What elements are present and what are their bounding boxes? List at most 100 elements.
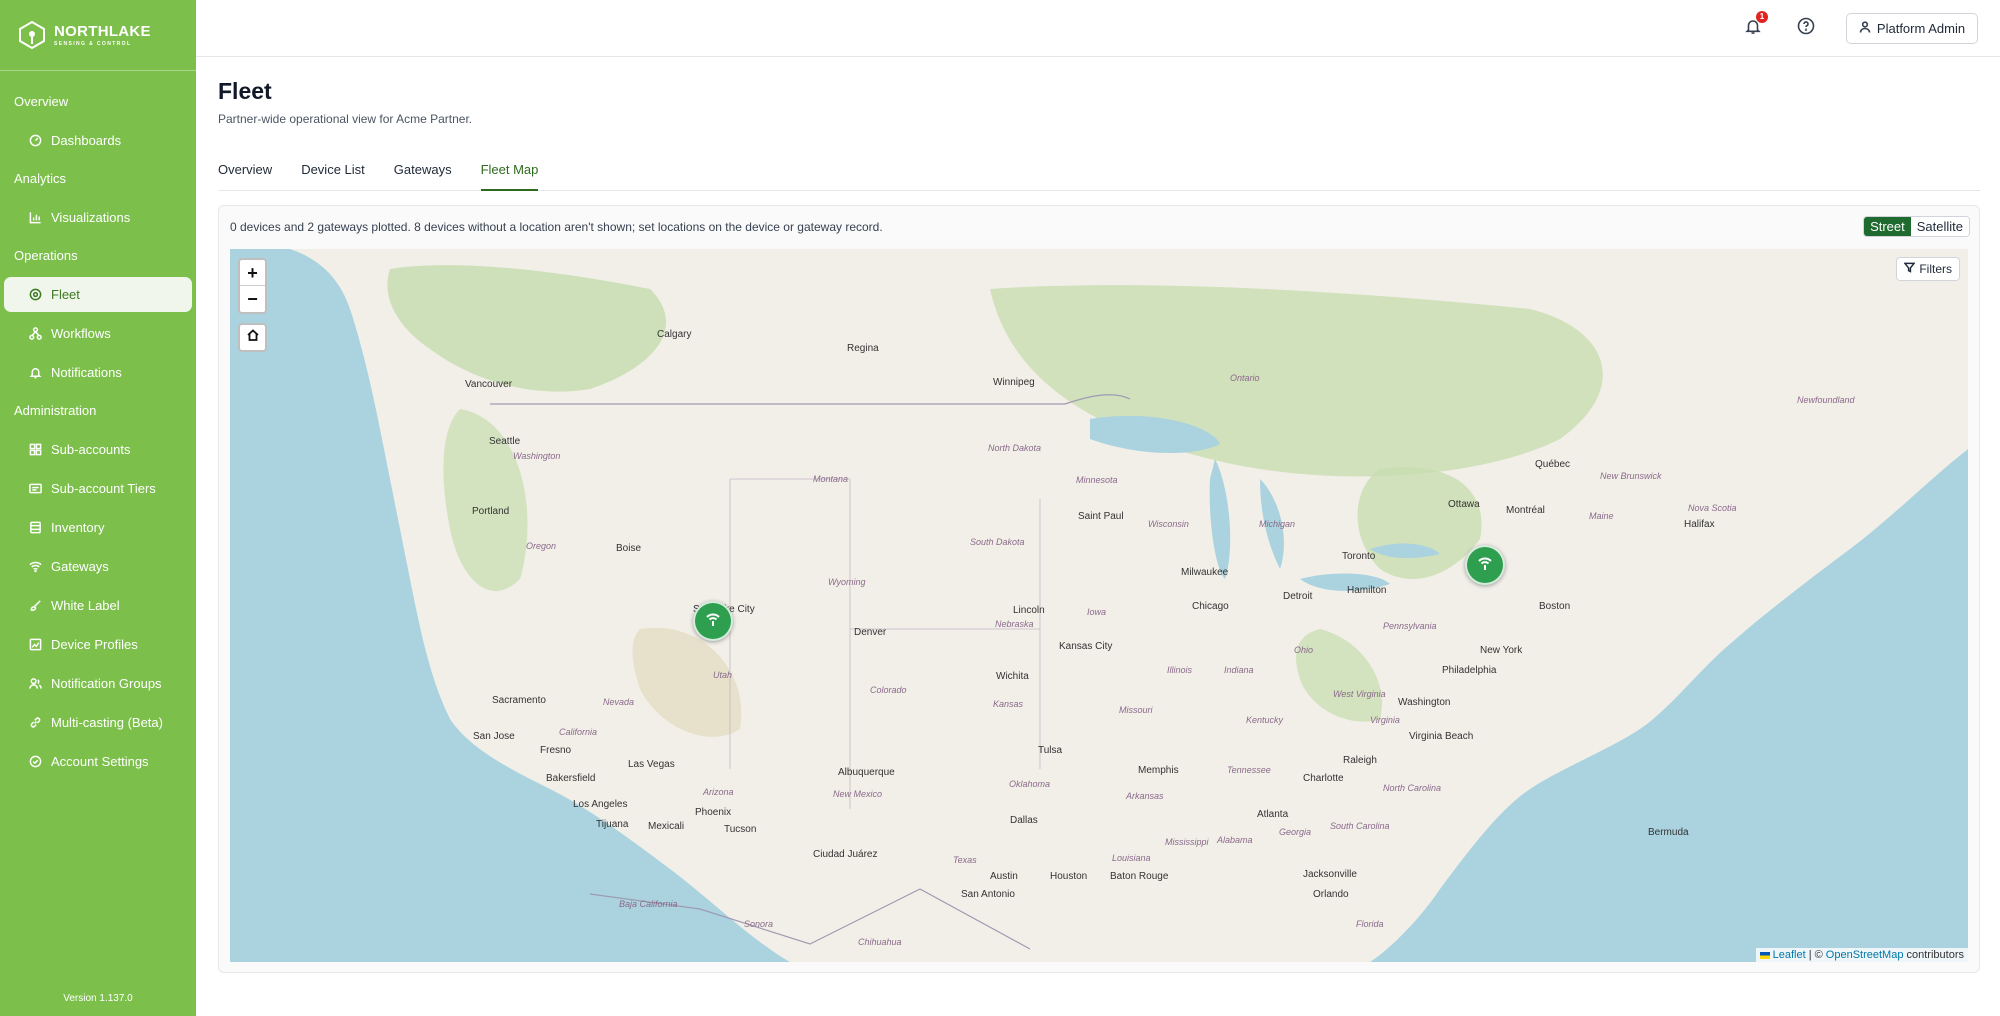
sidebar-item-gateways[interactable]: Gateways: [4, 547, 192, 586]
brand-name: NORTHLAKE: [54, 22, 151, 40]
map-city-label: Lincoln: [1013, 605, 1045, 616]
sidebar-item-label: Gateways: [51, 559, 109, 574]
map-region-label: Georgia: [1279, 827, 1312, 837]
filter-icon: [1903, 262, 1916, 276]
brand-logo[interactable]: NORTHLAKE SENSING & CONTROL: [0, 0, 196, 71]
sidebar-item-white-label[interactable]: White Label: [4, 586, 192, 625]
map-city-label: Baton Rouge: [1110, 871, 1169, 882]
map-city-label: Montréal: [1506, 505, 1545, 516]
user-icon: [1859, 21, 1871, 36]
sidebar-item-fleet[interactable]: Fleet: [4, 277, 192, 312]
map-region-label: Nova Scotia: [1688, 503, 1737, 513]
map-basemap: [230, 249, 1968, 962]
map-region-label: Indiana: [1224, 665, 1254, 675]
grid-icon: [29, 443, 42, 456]
leaflet-link[interactable]: Leaflet: [1773, 949, 1806, 961]
link-icon: [29, 716, 42, 729]
map-region-label: Florida: [1356, 919, 1384, 929]
nav-section-analytics: Analytics: [14, 171, 67, 186]
map-region-label: West Virginia: [1333, 689, 1386, 699]
gateway-icon: [704, 610, 722, 633]
map-city-label: Washington: [1398, 697, 1451, 708]
tab-fleet-map[interactable]: Fleet Map: [480, 160, 539, 191]
sidebar-item-inventory[interactable]: Inventory: [4, 508, 192, 547]
tab-gateways[interactable]: Gateways: [394, 160, 452, 191]
gateway-marker-new-york[interactable]: [1465, 545, 1505, 585]
map-city-label: Boise: [616, 543, 642, 554]
user-menu-button[interactable]: Platform Admin: [1846, 13, 1978, 44]
satellite-layer-button[interactable]: Satellite: [1910, 217, 1969, 236]
help-button[interactable]: [1797, 17, 1817, 37]
attribution-suffix: contributors: [1906, 949, 1964, 961]
sidebar-item-multi-casting[interactable]: Multi-casting (Beta): [4, 703, 192, 742]
map-city-label: Ciudad Juárez: [813, 849, 878, 860]
osm-link[interactable]: OpenStreetMap: [1826, 949, 1904, 961]
sidebar: NORTHLAKE SENSING & CONTROL Overview Das…: [0, 0, 196, 1016]
sidebar-item-sub-account-tiers[interactable]: Sub-account Tiers: [4, 469, 192, 508]
fleet-map[interactable]: Calgary Regina Winnipeg Vancouver Seattle Por…: [230, 249, 1968, 962]
map-city-label: Winnipeg: [993, 377, 1035, 388]
sidebar-item-label: Notification Groups: [51, 676, 162, 691]
map-city-label: Seattle: [489, 436, 521, 447]
sidebar-item-label: Device Profiles: [51, 637, 138, 652]
home-view-button[interactable]: [238, 323, 267, 352]
map-city-label: Mexicali: [648, 821, 685, 832]
map-city-label: Tulsa: [1038, 745, 1063, 756]
map-city-label: Philadelphia: [1442, 665, 1497, 676]
map-city-label: Phoenix: [695, 807, 732, 818]
map-filters-button[interactable]: Filters: [1896, 257, 1960, 281]
notification-count-badge: 1: [1756, 11, 1768, 23]
map-region-label: Arkansas: [1126, 791, 1164, 801]
map-region-label: Mississippi: [1165, 837, 1209, 847]
sidebar-item-label: Inventory: [51, 520, 105, 535]
map-city-label: Hamilton: [1347, 585, 1387, 596]
tab-overview[interactable]: Overview: [218, 160, 272, 191]
map-city-label: Ottawa: [1448, 499, 1480, 510]
sidebar-item-notifications[interactable]: Notifications: [4, 353, 192, 392]
map-layer-toggle: Street Satellite: [1863, 216, 1970, 237]
inventory-icon: [29, 521, 42, 534]
map-city-label: Sacramento: [492, 695, 546, 706]
bell-icon: [29, 366, 42, 379]
map-region-label: Ohio: [1294, 645, 1314, 655]
map-city-label: Denver: [854, 627, 887, 638]
sidebar-item-dashboards[interactable]: Dashboards: [4, 121, 192, 160]
sidebar-item-label: Fleet: [51, 287, 80, 302]
sidebar-item-account-settings[interactable]: Account Settings: [4, 742, 192, 781]
gauge-icon: [29, 134, 42, 147]
zoom-in-button[interactable]: +: [240, 260, 265, 286]
map-city-label: New York: [1480, 645, 1523, 656]
map-city-label: Bermuda: [1648, 827, 1689, 838]
sidebar-item-notification-groups[interactable]: Notification Groups: [4, 664, 192, 703]
map-region-label: Michigan: [1259, 519, 1296, 529]
map-region-label: Sonora: [744, 919, 774, 929]
tab-device-list[interactable]: Device List: [301, 160, 365, 191]
map-region-label: North Carolina: [1383, 783, 1442, 793]
sidebar-item-label: Notifications: [51, 365, 122, 380]
users-icon: [29, 677, 42, 690]
sidebar-item-workflows[interactable]: Workflows: [4, 314, 192, 353]
tiers-icon: [29, 482, 42, 495]
user-menu-label: Platform Admin: [1876, 21, 1966, 36]
wifi-icon: [29, 560, 42, 573]
settings-icon: [29, 755, 42, 768]
map-city-label: Toronto: [1342, 551, 1376, 562]
map-city-label: Virginia Beach: [1409, 731, 1474, 742]
sidebar-item-sub-accounts[interactable]: Sub-accounts: [4, 430, 192, 469]
map-attribution: Leaflet | © OpenStreetMap contributors: [1755, 948, 1968, 962]
notifications-button[interactable]: 1: [1744, 11, 1768, 39]
map-city-label: Kansas City: [1059, 641, 1113, 652]
sidebar-item-device-profiles[interactable]: Device Profiles: [4, 625, 192, 664]
map-city-label: Houston: [1050, 871, 1088, 882]
gateway-marker-utah[interactable]: [693, 601, 733, 641]
sidebar-item-label: White Label: [51, 598, 120, 613]
map-city-label: Milwaukee: [1181, 567, 1229, 578]
street-layer-button[interactable]: Street: [1864, 217, 1911, 236]
map-city-label: Albuquerque: [838, 767, 895, 778]
sidebar-item-label: Sub-accounts: [51, 442, 131, 457]
map-region-label: New Mexico: [833, 789, 883, 799]
sidebar-item-label: Visualizations: [51, 210, 131, 225]
zoom-out-button[interactable]: −: [240, 286, 265, 312]
map-city-label: Vancouver: [465, 379, 513, 390]
sidebar-item-visualizations[interactable]: Visualizations: [4, 198, 192, 237]
